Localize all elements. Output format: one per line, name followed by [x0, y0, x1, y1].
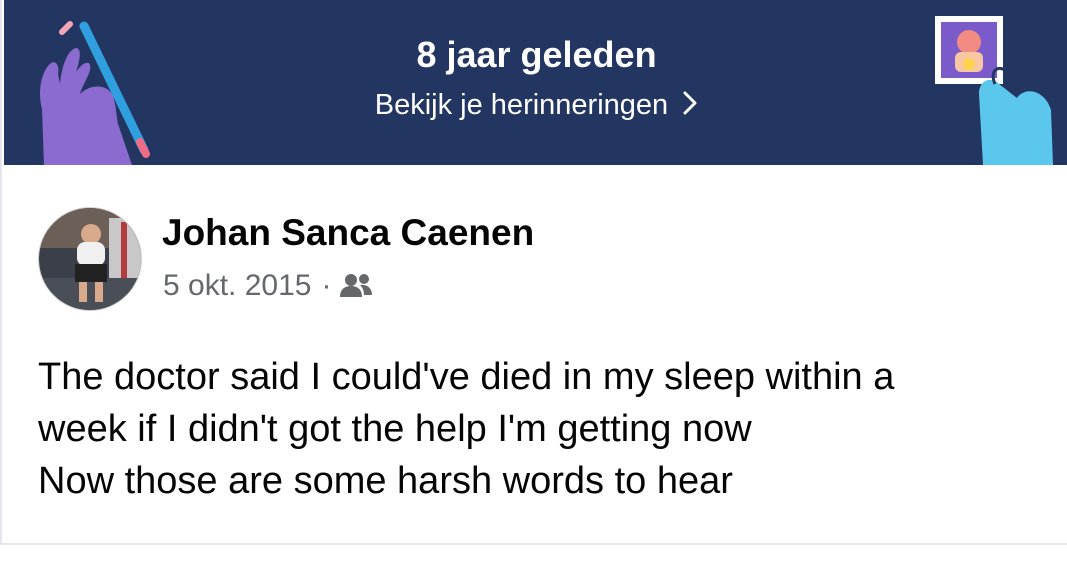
post-text-line: week if I didn't got the help I'm gettin…: [38, 408, 752, 450]
post-text: The doctor said I could've died in my sl…: [38, 351, 1038, 507]
author-name[interactable]: Johan Sanca Caenen: [162, 212, 534, 254]
memory-banner-title: 8 jaar geleden: [416, 34, 657, 75]
memory-banner[interactable]: 8 jaar geleden Bekijk je herinneringen: [4, 0, 1067, 165]
friends-icon[interactable]: [339, 273, 373, 299]
post-date[interactable]: 5 okt. 2015: [163, 269, 311, 303]
view-memories-label: Bekijk je herinneringen: [374, 89, 669, 121]
chevron-right-icon: [683, 91, 697, 115]
memory-post-card: 8 jaar geleden Bekijk je herinneringen J…: [0, 0, 1067, 545]
avatar[interactable]: [38, 207, 142, 311]
profile-photo-image: [39, 208, 141, 310]
post-meta: 5 okt. 2015 ·: [163, 269, 373, 303]
view-memories-link[interactable]: Bekijk je herinneringen: [4, 89, 1067, 122]
meta-separator: ·: [321, 269, 332, 302]
post-text-line: Now those are some harsh words to hear: [38, 460, 733, 502]
post-text-line: The doctor said I could've died in my sl…: [38, 356, 895, 398]
hand-with-photo-illustration: [935, 16, 1053, 165]
